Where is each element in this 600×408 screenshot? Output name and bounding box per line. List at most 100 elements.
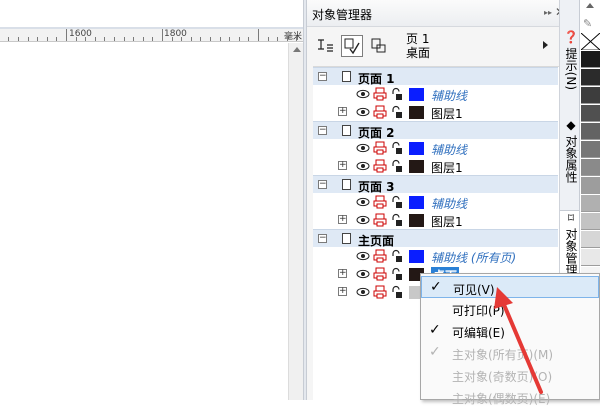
layer-row[interactable]: 辅助线 <box>313 139 558 157</box>
collapse-icon[interactable]: ▸▸ <box>544 8 552 17</box>
menu-item: ✓ 主对象(所有页)(M) <box>421 342 599 364</box>
palette-swatch[interactable] <box>581 87 600 104</box>
visibility-icon[interactable] <box>356 267 370 281</box>
printable-icon[interactable] <box>373 105 387 119</box>
layer-color-swatch[interactable] <box>409 142 424 155</box>
lock-icon[interactable] <box>390 249 404 263</box>
docker-title-bar: 对象管理器 ▸▸ ✕ <box>307 0 565 27</box>
collapse-toggle-icon[interactable]: − <box>318 72 327 81</box>
printable-icon[interactable] <box>373 267 387 281</box>
palette-swatch[interactable] <box>581 123 600 140</box>
lock-icon[interactable] <box>390 141 404 155</box>
expand-toggle-icon[interactable]: + <box>338 107 347 116</box>
palette-swatch[interactable] <box>581 141 600 158</box>
tab-label: 对象属性 <box>564 135 578 183</box>
printable-icon[interactable] <box>373 285 387 299</box>
show-properties-button[interactable] <box>314 35 336 57</box>
layer-row[interactable]: 辅助线 <box>313 85 558 103</box>
printable-icon[interactable] <box>373 159 387 173</box>
palette-swatch[interactable] <box>581 105 600 122</box>
expand-toggle-icon[interactable]: + <box>338 287 347 296</box>
scroll-up-icon[interactable] <box>293 47 301 52</box>
visibility-icon[interactable] <box>356 159 370 173</box>
palette-swatch[interactable] <box>581 231 600 248</box>
ruler-tick <box>76 37 77 41</box>
layer-label: 图层1 <box>431 161 463 175</box>
layer-row[interactable]: + 图层1 <box>313 211 558 229</box>
palette-swatch[interactable] <box>581 249 600 266</box>
palette-scroll-up-icon[interactable] <box>586 3 594 8</box>
layer-row[interactable]: 辅助线 (所有页) <box>313 247 558 265</box>
palette-swatch[interactable] <box>581 195 600 212</box>
palette-swatch[interactable] <box>581 69 600 86</box>
drawing-canvas[interactable]: 1600 1800 毫米 <box>0 0 303 400</box>
palette-swatch[interactable] <box>581 51 600 68</box>
printable-icon[interactable] <box>373 141 387 155</box>
menu-item-label: 可编辑(E) <box>452 326 505 340</box>
page-row[interactable]: − 页面 1 <box>313 67 558 86</box>
collapse-toggle-icon[interactable]: − <box>318 180 327 189</box>
lock-icon[interactable] <box>390 213 404 227</box>
menu-item[interactable]: ✓ 可见(V) <box>421 276 599 298</box>
page-row[interactable]: − 页面 3 <box>313 175 558 194</box>
current-layer: 桌面 <box>406 46 431 60</box>
layer-color-swatch[interactable] <box>409 88 424 101</box>
palette-swatch[interactable] <box>581 177 600 194</box>
ruler-tick <box>152 37 153 41</box>
lock-icon[interactable] <box>390 285 404 299</box>
menu-item[interactable]: 可打印(P) <box>421 298 599 320</box>
printable-icon[interactable] <box>373 195 387 209</box>
layer-manager-view-icon <box>371 38 386 53</box>
visibility-icon[interactable] <box>356 213 370 227</box>
visibility-icon[interactable] <box>356 141 370 155</box>
edit-across-layers-button[interactable] <box>341 35 363 57</box>
ruler-tick <box>28 37 29 41</box>
palette-swatch[interactable] <box>581 213 600 230</box>
lock-icon[interactable] <box>390 105 404 119</box>
collapse-toggle-icon[interactable]: − <box>318 234 327 243</box>
page-row[interactable]: − 主页面 <box>313 229 558 248</box>
lock-icon[interactable] <box>390 87 404 101</box>
eyedropper-icon[interactable]: ✎ <box>583 17 592 30</box>
ruler-tick <box>277 37 278 41</box>
lock-icon[interactable] <box>390 195 404 209</box>
lock-icon[interactable] <box>390 159 404 173</box>
printable-icon[interactable] <box>373 87 387 101</box>
layer-color-swatch[interactable] <box>409 106 424 119</box>
horizontal-ruler[interactable]: 1600 1800 毫米 <box>0 29 303 42</box>
menu-item-label: 主对象(奇数页)(O) <box>452 370 553 384</box>
expand-toggle-icon[interactable]: + <box>338 215 347 224</box>
printable-icon[interactable] <box>373 213 387 227</box>
visibility-icon[interactable] <box>356 87 370 101</box>
no-color-swatch[interactable] <box>580 32 600 51</box>
vertical-scrollbar[interactable] <box>288 43 303 400</box>
layer-row[interactable]: 辅助线 <box>313 193 558 211</box>
visibility-icon[interactable] <box>356 195 370 209</box>
layer-row[interactable]: + 图层1 <box>313 103 558 121</box>
menu-item: 主对象(偶数页)(E) <box>421 386 599 408</box>
ruler-tick <box>133 37 134 41</box>
show-properties-icon <box>318 39 333 52</box>
layer-color-swatch[interactable] <box>409 160 424 173</box>
visibility-icon[interactable] <box>356 249 370 263</box>
layer-manager-view-button[interactable] <box>368 35 390 57</box>
layer-color-swatch[interactable] <box>409 250 424 263</box>
lock-icon[interactable] <box>390 267 404 281</box>
layer-color-swatch[interactable] <box>409 214 424 227</box>
flyout-arrow-icon[interactable] <box>543 41 548 49</box>
collapse-toggle-icon[interactable]: − <box>318 126 327 135</box>
palette-swatch[interactable] <box>581 159 600 176</box>
visibility-icon[interactable] <box>356 285 370 299</box>
tab-object-properties[interactable]: ◆ 对象属性 <box>560 118 580 198</box>
expand-toggle-icon[interactable]: + <box>338 269 347 278</box>
edit-across-layers-icon <box>344 38 360 55</box>
visibility-icon[interactable] <box>356 105 370 119</box>
tab-hints[interactable]: ❓ 提示(N) <box>560 30 580 100</box>
printable-icon[interactable] <box>373 249 387 263</box>
page-row[interactable]: − 页面 2 <box>313 121 558 140</box>
layer-row[interactable]: + 图层1 <box>313 157 558 175</box>
menu-item[interactable]: ✓ 可编辑(E) <box>421 320 599 342</box>
expand-toggle-icon[interactable]: + <box>338 161 347 170</box>
page-icon <box>342 233 351 244</box>
layer-color-swatch[interactable] <box>409 196 424 209</box>
